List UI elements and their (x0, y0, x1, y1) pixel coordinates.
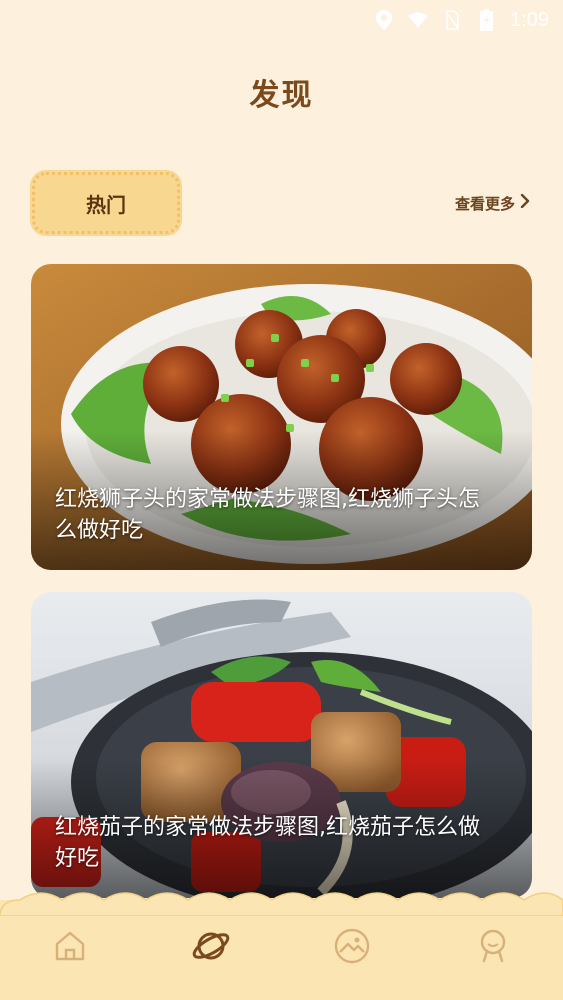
tab-home[interactable] (40, 918, 100, 978)
tab-profile[interactable] (463, 918, 523, 978)
home-icon (52, 928, 88, 968)
section-header: 热门 查看更多 (32, 172, 531, 234)
status-bar: 1:09 (0, 0, 563, 40)
see-more-label: 查看更多 (454, 194, 515, 213)
image-icon (333, 927, 371, 969)
see-more-link[interactable]: 查看更多 (455, 193, 531, 214)
no-sim-icon (442, 10, 462, 30)
bottom-tab-bar (0, 892, 563, 1000)
recipe-card-caption: 红烧茄子的家常做法步骤图,红烧茄子怎么做好吃 (55, 815, 480, 871)
recipe-card[interactable]: 红烧狮子头的家常做法步骤图,红烧狮子头怎么做好吃 (31, 264, 532, 570)
planet-icon (190, 925, 232, 971)
status-time: 1:09 (510, 8, 549, 31)
page-title: 发现 (249, 78, 314, 113)
recipe-card-caption: 红烧狮子头的家常做法步骤图,红烧狮子头怎么做好吃 (55, 487, 480, 543)
hot-tag-label: 热门 (86, 192, 126, 217)
battery-icon (476, 9, 496, 31)
tab-gallery[interactable] (322, 918, 382, 978)
wifi-icon (408, 10, 429, 30)
chevron-right-icon (519, 193, 531, 212)
tab-discover[interactable] (181, 918, 241, 978)
location-icon (374, 10, 394, 30)
hot-tag[interactable]: 热门 (32, 172, 180, 234)
person-icon (474, 927, 512, 969)
recipe-card[interactable]: 红烧茄子的家常做法步骤图,红烧茄子怎么做好吃 (31, 592, 532, 898)
